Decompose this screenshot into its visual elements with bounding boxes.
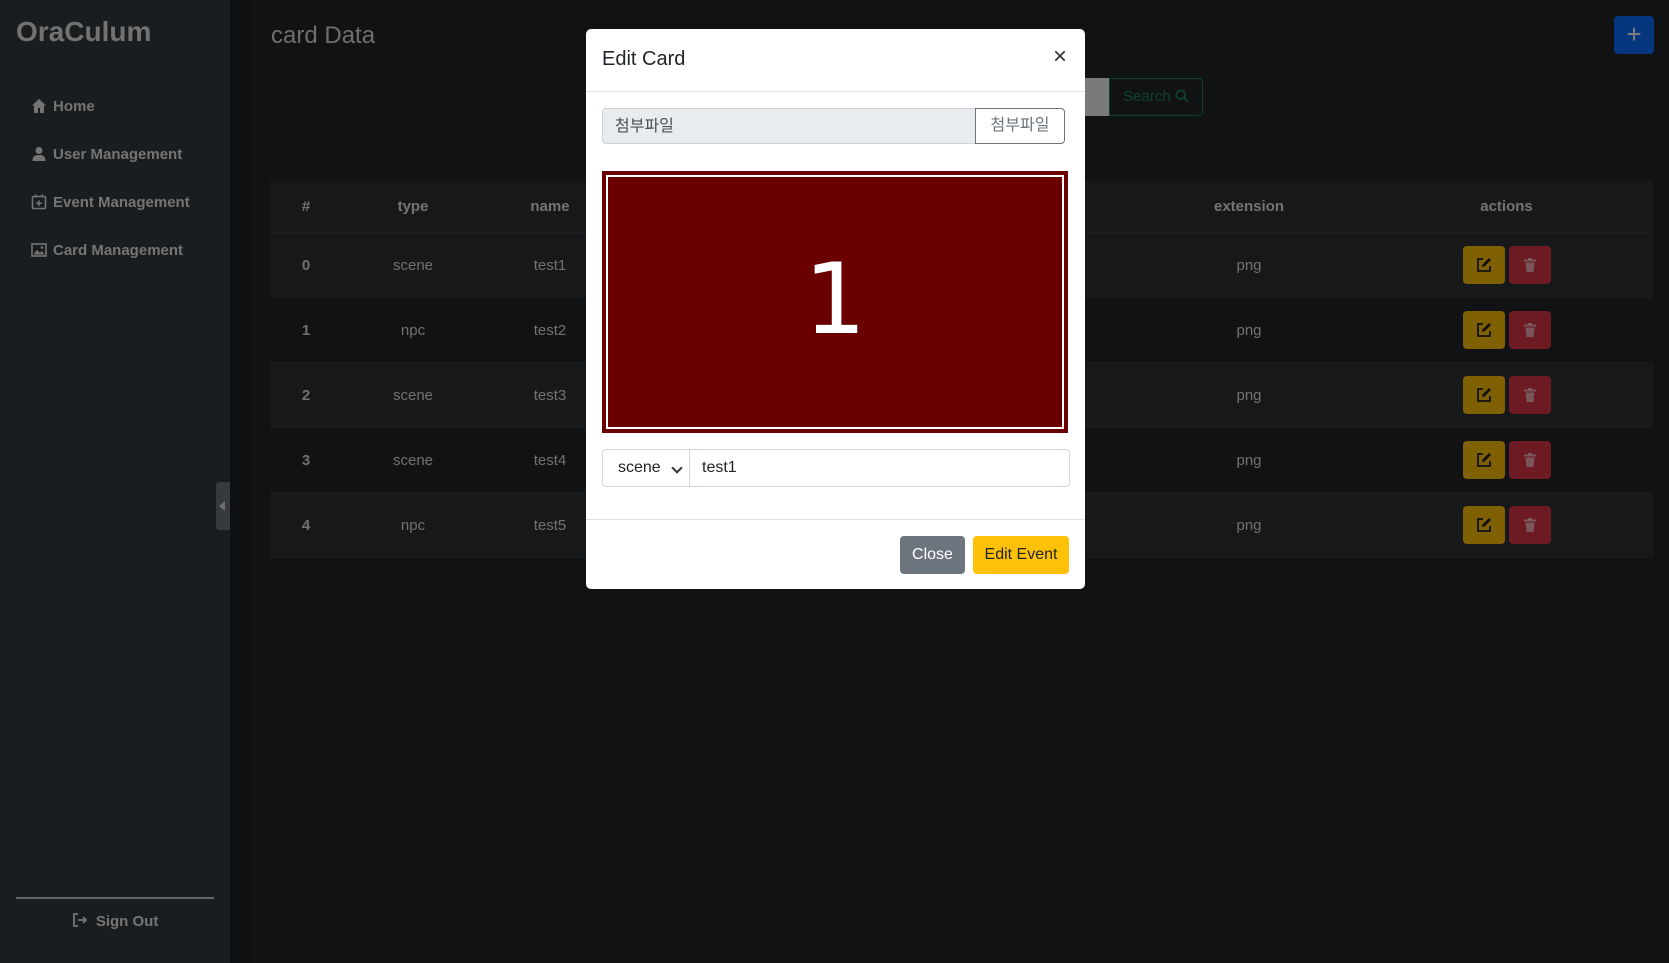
modal-title: Edit Card bbox=[602, 48, 686, 70]
edit-event-button[interactable]: Edit Event bbox=[973, 536, 1069, 574]
card-preview-image: 1 bbox=[602, 171, 1068, 433]
modal-footer: Close Edit Event bbox=[586, 519, 1085, 590]
name-input[interactable]: test1 bbox=[689, 449, 1070, 487]
card-preview-number: 1 bbox=[803, 243, 867, 357]
close-button[interactable]: Close bbox=[900, 536, 965, 574]
edit-card-modal: Edit Card × 첨부파일 첨부파일 1 scene test1 Clos… bbox=[586, 29, 1085, 589]
file-attach-button[interactable]: 첨부파일 bbox=[975, 108, 1065, 144]
card-fields: scene test1 bbox=[602, 449, 1070, 487]
file-input-group: 첨부파일 첨부파일 bbox=[602, 108, 1070, 146]
file-name-field[interactable]: 첨부파일 bbox=[602, 108, 976, 144]
type-select[interactable]: scene bbox=[602, 449, 690, 487]
close-icon[interactable]: × bbox=[1053, 45, 1067, 69]
modal-header: Edit Card × bbox=[586, 29, 1085, 92]
